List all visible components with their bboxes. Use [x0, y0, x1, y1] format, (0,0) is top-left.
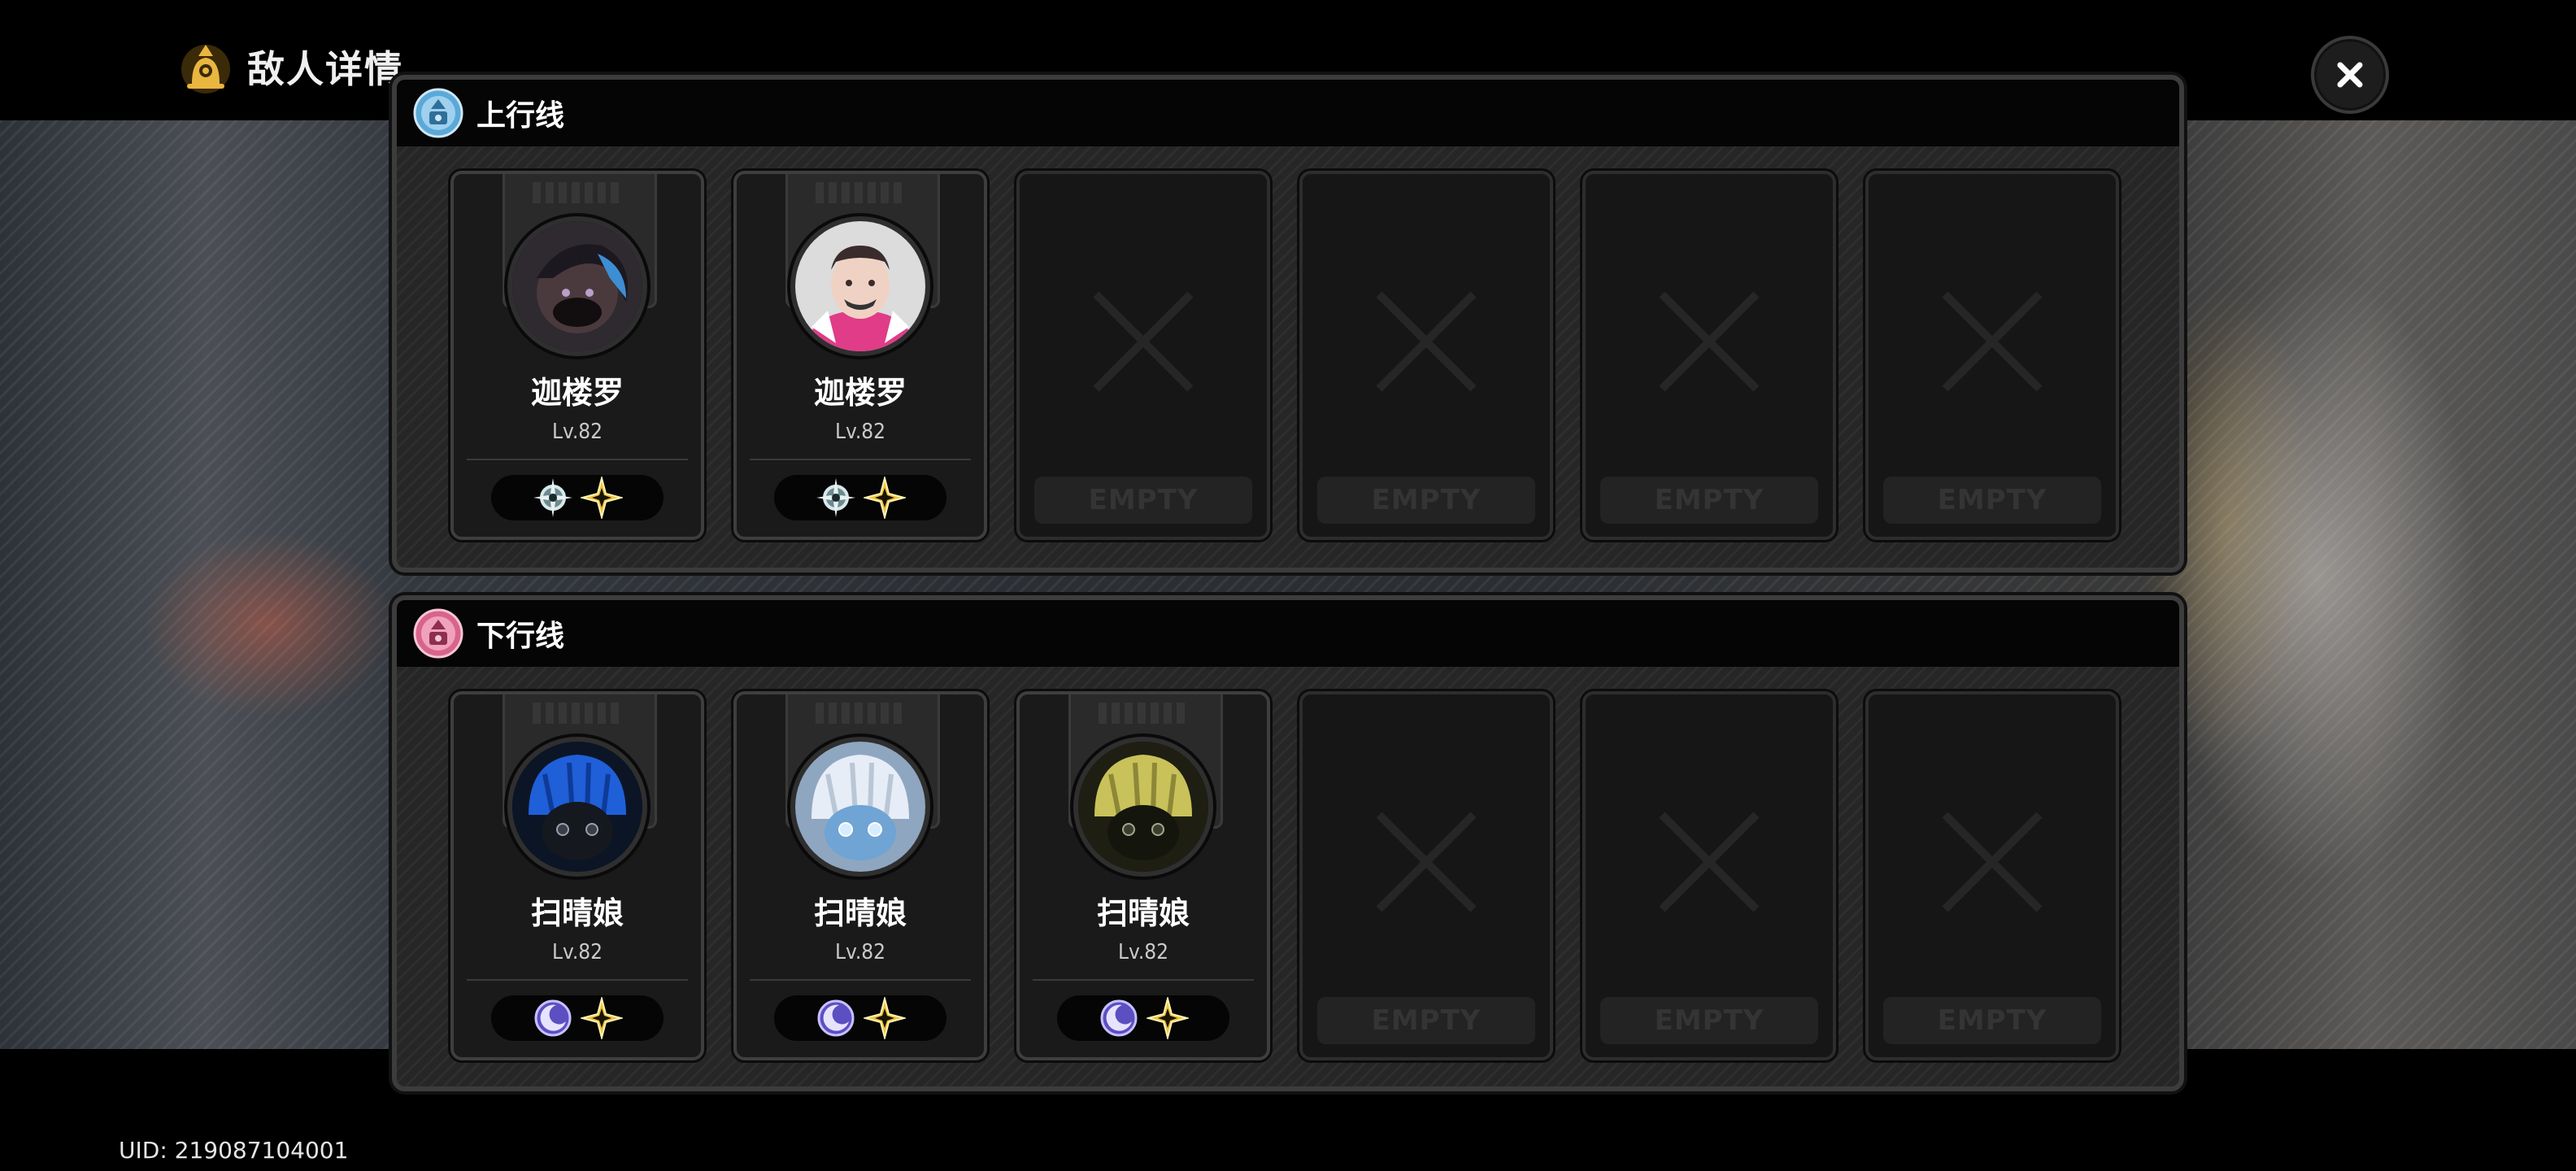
- enemy-bell-icon: [181, 45, 230, 94]
- uid-label: UID: 219087104001: [119, 1137, 349, 1164]
- enemy-card[interactable]: 迦楼罗 Lv.82: [450, 171, 704, 540]
- empty-label: EMPTY: [1600, 997, 1818, 1044]
- weakness-pill: [1057, 995, 1229, 1041]
- empty-label: EMPTY: [1600, 477, 1818, 524]
- weakness-pill: [774, 995, 946, 1041]
- weakness-pill: [491, 995, 664, 1041]
- close-icon: [2337, 62, 2363, 88]
- empty-label: EMPTY: [1317, 997, 1535, 1044]
- empty-x-icon: [1942, 291, 2043, 392]
- down-line-header: 下行线: [397, 600, 2179, 667]
- down-line-emblem-icon: [413, 608, 463, 659]
- imaginary-element-icon: [864, 997, 906, 1039]
- sweep-girl-yellow-portrait-icon: [1078, 742, 1208, 872]
- divider: [467, 979, 688, 981]
- empty-x-icon: [1093, 291, 1194, 392]
- wind-element-icon: [816, 478, 855, 517]
- divider: [467, 459, 688, 460]
- empty-slot: EMPTY: [1582, 691, 1836, 1060]
- imaginary-element-icon: [581, 997, 623, 1039]
- enemy-level: Lv.82: [551, 420, 603, 444]
- divider: [750, 979, 971, 981]
- enemy-name: 扫晴娘: [813, 895, 907, 931]
- enemy-avatar: [1073, 737, 1213, 877]
- enemy-level: Lv.82: [834, 940, 886, 964]
- imaginary-element-icon: [1147, 997, 1189, 1039]
- enemy-name: 扫晴娘: [530, 895, 624, 931]
- page-title: 敌人详情: [247, 47, 403, 91]
- enemy-card[interactable]: 扫晴娘 Lv.82: [1016, 691, 1270, 1060]
- quantum-element-icon: [817, 999, 855, 1037]
- page-header: 敌人详情: [177, 36, 403, 98]
- imaginary-element-icon: [581, 477, 623, 519]
- empty-slot: EMPTY: [1582, 171, 1836, 540]
- quantum-element-icon: [1100, 999, 1138, 1037]
- enemy-name: 迦楼罗: [530, 375, 624, 411]
- up-line-panel: 上行线 迦楼罗 Lv.82 迦楼罗 Lv.82 EMPTY EMPTY EMPT…: [392, 75, 2184, 572]
- sweep-girl-white-portrait-icon: [795, 742, 925, 872]
- empty-label: EMPTY: [1034, 477, 1252, 524]
- enemy-avatar: [507, 737, 647, 877]
- weakness-pill: [491, 475, 664, 520]
- empty-label: EMPTY: [1317, 477, 1535, 524]
- weakness-pill: [774, 475, 946, 520]
- up-line-title: 上行线: [476, 99, 565, 133]
- imaginary-element-icon: [864, 477, 906, 519]
- enemy-name: 扫晴娘: [1096, 895, 1190, 931]
- down-line-panel: 下行线 扫晴娘 Lv.82 扫晴娘 Lv.82 扫晴娘 Lv.82 EMPTY …: [392, 595, 2184, 1091]
- empty-slot: EMPTY: [1865, 691, 2119, 1060]
- divider: [750, 459, 971, 460]
- empty-x-icon: [1376, 812, 1477, 912]
- enemy-level: Lv.82: [551, 940, 603, 964]
- garuda-portrait-icon: [795, 221, 925, 351]
- enemy-avatar: [507, 216, 647, 356]
- up-line-header: 上行线: [397, 80, 2179, 146]
- garuda-portrait-icon: [512, 221, 642, 351]
- empty-x-icon: [1942, 812, 2043, 912]
- empty-slot: EMPTY: [1299, 171, 1553, 540]
- empty-x-icon: [1659, 291, 1760, 392]
- empty-slot: EMPTY: [1299, 691, 1553, 1060]
- enemy-avatar: [790, 216, 930, 356]
- enemy-avatar: [790, 737, 930, 877]
- empty-slot: EMPTY: [1865, 171, 2119, 540]
- divider: [1033, 979, 1254, 981]
- close-button[interactable]: [2311, 36, 2389, 114]
- sweep-girl-blue-portrait-icon: [512, 742, 642, 872]
- enemy-card[interactable]: 扫晴娘 Lv.82: [733, 691, 987, 1060]
- empty-slot: EMPTY: [1016, 171, 1270, 540]
- quantum-element-icon: [534, 999, 572, 1037]
- enemy-card[interactable]: 迦楼罗 Lv.82: [733, 171, 987, 540]
- enemy-name: 迦楼罗: [813, 375, 907, 411]
- enemy-level: Lv.82: [1117, 940, 1169, 964]
- wind-element-icon: [533, 478, 572, 517]
- empty-x-icon: [1376, 291, 1477, 392]
- empty-label: EMPTY: [1883, 477, 2101, 524]
- up-line-emblem-icon: [413, 88, 463, 138]
- enemy-card[interactable]: 扫晴娘 Lv.82: [450, 691, 704, 1060]
- enemy-level: Lv.82: [834, 420, 886, 444]
- empty-x-icon: [1659, 812, 1760, 912]
- down-line-title: 下行线: [476, 620, 565, 653]
- empty-label: EMPTY: [1883, 997, 2101, 1044]
